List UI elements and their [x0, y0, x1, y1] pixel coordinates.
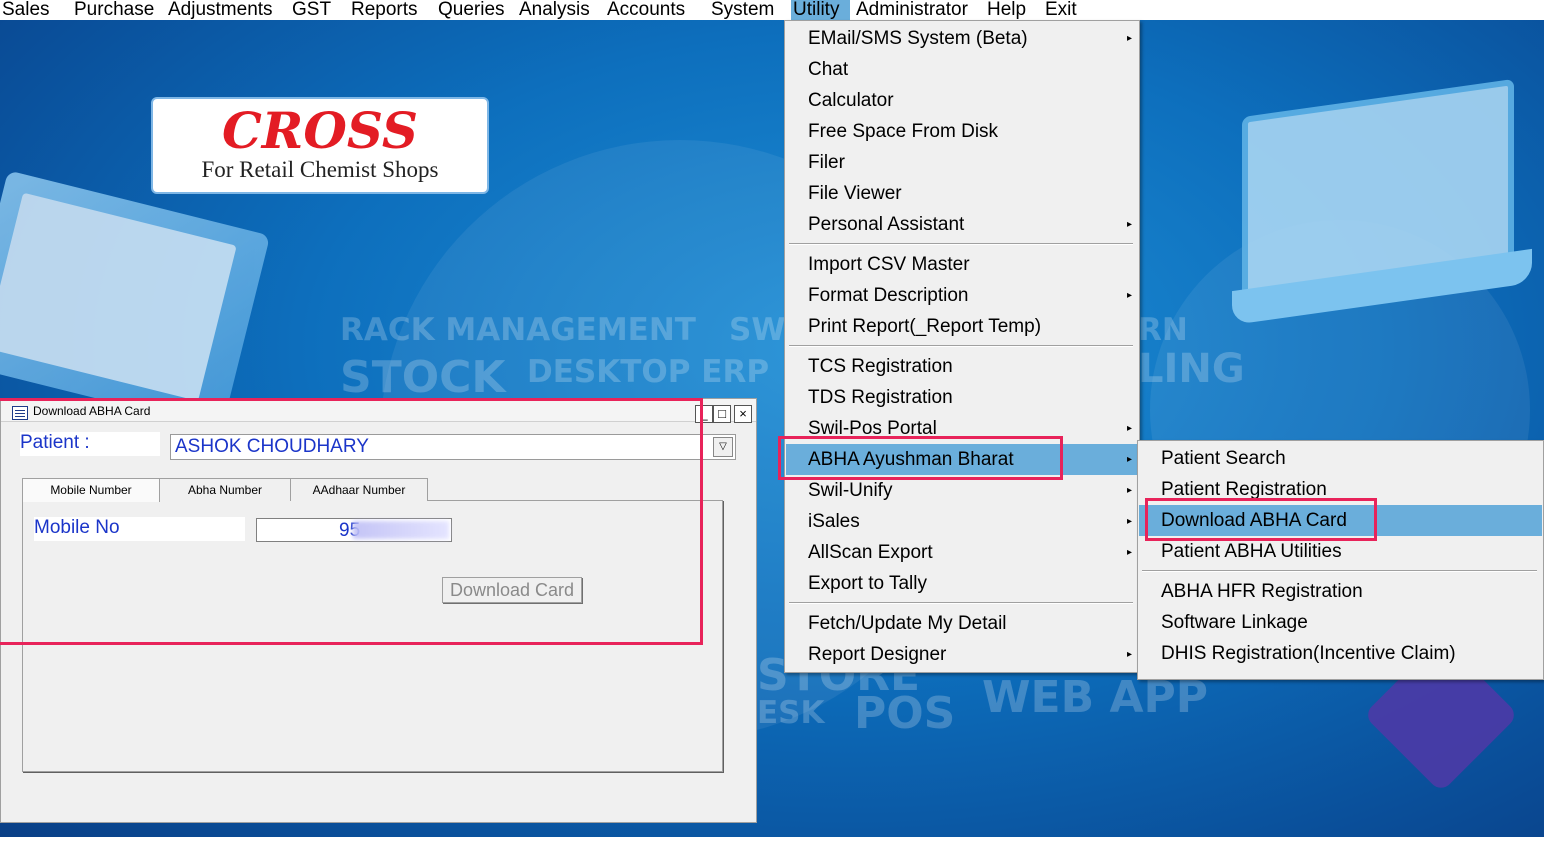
submenu-item-software-linkage[interactable]: Software Linkage — [1139, 607, 1542, 638]
menu-item-isales[interactable]: iSales ▸ — [786, 506, 1138, 537]
abha-submenu: Patient Search Patient Registration Down… — [1137, 440, 1544, 680]
patient-label: Patient : — [20, 432, 160, 456]
submenu-arrow-icon: ▸ — [1126, 423, 1132, 434]
menu-accounts[interactable]: Accounts — [607, 0, 685, 20]
menu-adjustments[interactable]: Adjustments — [168, 0, 273, 20]
menu-item-tds-registration[interactable]: TDS Registration — [786, 382, 1138, 413]
submenu-item-patient-search[interactable]: Patient Search — [1139, 443, 1542, 474]
window-icon — [12, 406, 28, 420]
submenu-arrow-icon: ▸ — [1126, 33, 1132, 44]
watermark-text: RACK MANAGEMENT — [340, 312, 696, 348]
menu-separator — [789, 602, 1133, 604]
menu-item-tcs-registration[interactable]: TCS Registration — [786, 351, 1138, 382]
menu-utility[interactable]: Utility — [791, 0, 850, 20]
menu-help[interactable]: Help — [987, 0, 1026, 20]
menu-analysis[interactable]: Analysis — [519, 0, 590, 20]
submenu-arrow-icon: ▸ — [1126, 290, 1132, 301]
submenu-arrow-icon: ▸ — [1126, 547, 1132, 558]
menu-item-personal-assistant[interactable]: Personal Assistant ▸ — [786, 209, 1138, 240]
watermark-text: ESK — [757, 695, 825, 731]
close-button[interactable]: × — [734, 405, 752, 423]
menu-administrator[interactable]: Administrator — [856, 0, 968, 20]
logo-subtitle: For Retail Chemist Shops — [201, 157, 439, 182]
submenu-item-dhis-registration[interactable]: DHIS Registration(Incentive Claim) — [1139, 638, 1542, 669]
menu-separator — [789, 243, 1133, 245]
dialog-titlebar[interactable]: Download ABHA Card _ □ × — [1, 399, 756, 423]
download-card-button[interactable]: Download Card — [442, 577, 582, 603]
submenu-item-abha-hfr-registration[interactable]: ABHA HFR Registration — [1139, 576, 1542, 607]
menu-item-format-description[interactable]: Format Description ▸ — [786, 280, 1138, 311]
menu-sales[interactable]: Sales — [2, 0, 50, 20]
submenu-arrow-icon: ▸ — [1126, 485, 1132, 496]
submenu-item-patient-abha-utilities[interactable]: Patient ABHA Utilities — [1139, 536, 1542, 567]
menu-item-allscan-export[interactable]: AllScan Export ▸ — [786, 537, 1138, 568]
mobile-number-field[interactable]: 95 — [256, 518, 452, 542]
mobile-label: Mobile No — [34, 517, 245, 541]
menu-item-file-viewer[interactable]: File Viewer — [786, 178, 1138, 209]
submenu-arrow-icon: ▸ — [1126, 516, 1132, 527]
watermark-text: RN — [1138, 312, 1188, 348]
menu-item-export-tally[interactable]: Export to Tally — [786, 568, 1138, 599]
submenu-arrow-icon: ▸ — [1126, 454, 1132, 465]
menu-item-filer[interactable]: Filer — [786, 147, 1138, 178]
menu-exit[interactable]: Exit — [1045, 0, 1077, 20]
submenu-arrow-icon: ▸ — [1126, 219, 1132, 230]
tab-abha-number[interactable]: Abha Number — [159, 478, 291, 501]
menu-bar: Sales Purchase Adjustments GST Reports Q… — [0, 0, 1544, 20]
menu-item-chat[interactable]: Chat — [786, 54, 1138, 85]
menu-item-email-sms[interactable]: EMail/SMS System (Beta) ▸ — [786, 23, 1138, 54]
chevron-down-icon[interactable]: ▽ — [713, 437, 733, 457]
maximize-button[interactable]: □ — [713, 405, 731, 423]
submenu-item-patient-registration[interactable]: Patient Registration — [1139, 474, 1542, 505]
minimize-button[interactable]: _ — [695, 405, 713, 423]
menu-separator — [1142, 570, 1537, 572]
tab-aadhaar-number[interactable]: AAdhaar Number — [290, 478, 428, 501]
menu-item-fetch-update[interactable]: Fetch/Update My Detail — [786, 608, 1138, 639]
redacted-digits — [353, 521, 449, 539]
patient-select[interactable]: ASHOK CHOUDHARY ▽ — [170, 434, 736, 460]
product-logo: CROSS For Retail Chemist Shops — [151, 97, 489, 194]
patient-select-value: ASHOK CHOUDHARY — [175, 436, 369, 457]
menu-item-free-space[interactable]: Free Space From Disk — [786, 116, 1138, 147]
watermark-text: LING — [1138, 346, 1245, 392]
menu-item-calculator[interactable]: Calculator — [786, 85, 1138, 116]
submenu-item-download-abha-card[interactable]: Download ABHA Card — [1139, 505, 1542, 536]
menu-separator — [789, 345, 1133, 347]
submenu-arrow-icon: ▸ — [1126, 649, 1132, 660]
menu-item-swil-pos-portal[interactable]: Swil-Pos Portal ▸ — [786, 413, 1138, 444]
menu-item-report-designer[interactable]: Report Designer ▸ — [786, 639, 1138, 670]
watermark-text: DESKTOP ERP — [527, 354, 770, 390]
laptop-illustration — [0, 170, 271, 430]
menu-queries[interactable]: Queries — [438, 0, 505, 20]
menu-gst[interactable]: GST — [292, 0, 331, 20]
menu-system[interactable]: System — [711, 0, 774, 20]
watermark-text: SW — [729, 312, 786, 348]
watermark-text: STOCK — [340, 352, 506, 403]
watermark-text: POS — [854, 688, 956, 739]
utility-menu: EMail/SMS System (Beta) ▸ Chat Calculator… — [784, 20, 1140, 673]
menu-item-print-report[interactable]: Print Report(_Report Temp) — [786, 311, 1138, 342]
menu-item-abha-ayushman-bharat[interactable]: ABHA Ayushman Bharat ▸ — [786, 444, 1138, 475]
tab-mobile-number[interactable]: Mobile Number — [22, 478, 160, 502]
menu-reports[interactable]: Reports — [351, 0, 418, 20]
menu-item-swil-unify[interactable]: Swil-Unify ▸ — [786, 475, 1138, 506]
logo-title: CROSS — [221, 101, 419, 160]
dialog-title: Download ABHA Card — [33, 404, 151, 418]
menu-purchase[interactable]: Purchase — [74, 0, 154, 20]
menu-item-import-csv[interactable]: Import CSV Master — [786, 249, 1138, 280]
